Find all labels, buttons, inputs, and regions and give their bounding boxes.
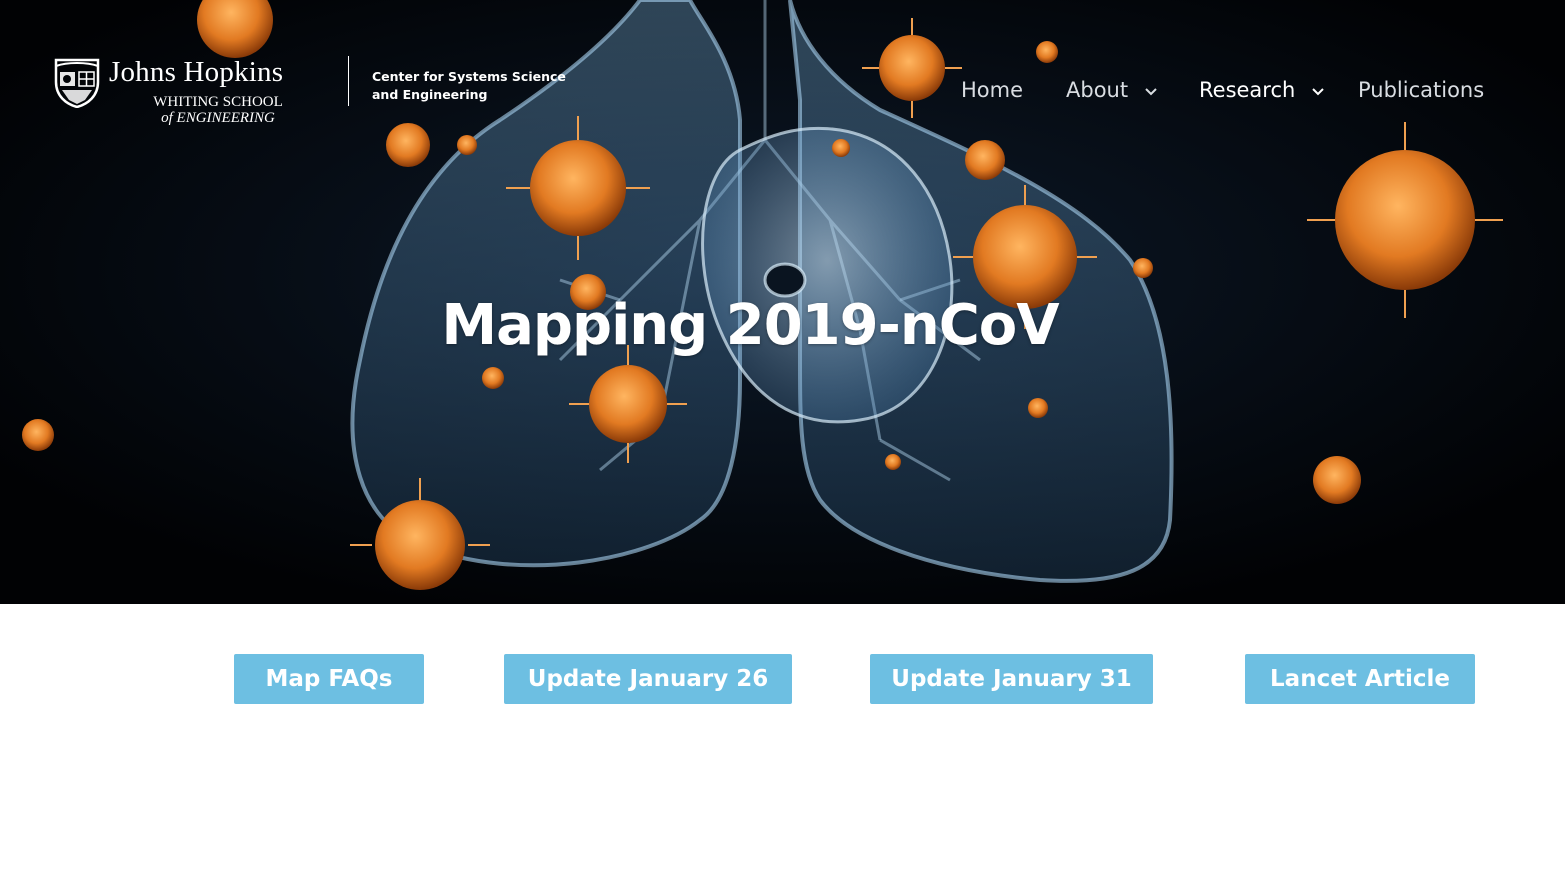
map-faqs-button[interactable]: Map FAQs bbox=[234, 654, 424, 704]
nav-publications-label: Publications bbox=[1358, 78, 1485, 102]
nav-home[interactable]: Home bbox=[961, 76, 1023, 106]
nav-publications[interactable]: Publications bbox=[1358, 76, 1484, 106]
nav-about[interactable]: About bbox=[1066, 76, 1157, 106]
school-name-line2: of ENGINEERING bbox=[161, 110, 275, 126]
lancet-article-button[interactable]: Lancet Article bbox=[1245, 654, 1475, 704]
nav-about-label: About bbox=[1066, 78, 1129, 102]
chevron-down-icon bbox=[1312, 88, 1324, 96]
nav-home-label: Home bbox=[961, 78, 1024, 102]
site-header: Johns Hopkins WHITING SCHOOL of ENGINEER… bbox=[0, 0, 1565, 140]
chevron-down-icon bbox=[1145, 88, 1157, 96]
nav-research[interactable]: Research bbox=[1199, 76, 1324, 106]
update-january-31-button[interactable]: Update January 31 bbox=[870, 654, 1153, 704]
nav-research-label: Research bbox=[1199, 78, 1296, 102]
update-january-26-button[interactable]: Update January 26 bbox=[504, 654, 792, 704]
page-title: Mapping 2019-nCoV bbox=[441, 293, 1059, 358]
hero-banner: Johns Hopkins WHITING SCHOOL of ENGINEER… bbox=[0, 0, 1565, 604]
main-nav: Home About Research Publications bbox=[0, 76, 1565, 106]
